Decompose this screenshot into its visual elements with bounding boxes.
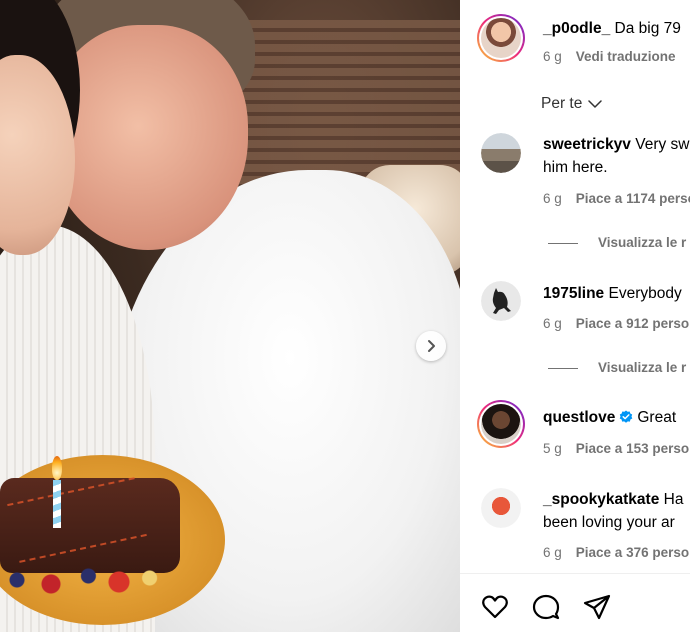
post-actions-bar (460, 573, 690, 632)
share-button[interactable] (582, 592, 612, 622)
commenter-username[interactable]: 1975line (543, 285, 604, 302)
verified-badge-icon (620, 410, 633, 423)
commenter-avatar[interactable] (481, 133, 521, 173)
man-face (48, 25, 248, 250)
comment-text-continued: been loving your ar (543, 514, 675, 531)
view-replies-button[interactable]: Visualizza le r (548, 360, 686, 375)
view-replies-label: Visualizza le r (598, 235, 687, 250)
caption-time: 6 g (543, 49, 562, 64)
comments-panel: _p0odle_ Da big 79 6 g Vedi traduzione Pe… (460, 0, 690, 632)
like-button[interactable] (480, 592, 510, 622)
comment-icon (532, 594, 560, 620)
commenter-username[interactable]: questlove (543, 409, 615, 426)
post-photo (0, 0, 460, 632)
cake-berries (0, 560, 170, 600)
comment-text: Very sw (635, 136, 690, 153)
comment-likes[interactable]: Piace a 376 perso (576, 545, 689, 560)
comment-text: Ha (663, 491, 684, 508)
comment-likes[interactable]: Piace a 153 perso (576, 441, 689, 456)
commenter-username[interactable]: sweetrickyv (543, 136, 631, 153)
comment-text: Great (637, 409, 677, 426)
comment-text-continued: him here. (543, 159, 608, 176)
commenter-avatar[interactable] (477, 400, 525, 448)
commenter-avatar[interactable] (481, 488, 521, 528)
comment-time: 6 g (543, 316, 562, 331)
comment-time: 5 g (543, 441, 562, 456)
chevron-right-icon (428, 340, 435, 352)
commenter-avatar[interactable] (481, 281, 521, 321)
comment-filter-dropdown[interactable]: Per te (541, 95, 603, 113)
candle-flame (52, 456, 62, 480)
view-replies-label: Visualizza le r (598, 360, 687, 375)
next-photo-button[interactable] (416, 331, 446, 361)
see-translation-link[interactable]: Vedi traduzione (576, 49, 676, 64)
view-replies-button[interactable]: Visualizza le r (548, 235, 686, 250)
candle (53, 480, 61, 528)
comment-button[interactable] (531, 592, 561, 622)
comment-time: 6 g (543, 191, 562, 206)
replies-divider (548, 242, 578, 244)
comment-time: 6 g (543, 545, 562, 560)
comment-likes[interactable]: Piace a 912 perso (576, 316, 689, 331)
chevron-down-icon (588, 100, 603, 108)
filter-label: Per te (541, 95, 583, 112)
commenter-username[interactable]: _spookykatkate (543, 491, 659, 508)
heart-icon (482, 595, 508, 619)
send-icon (583, 594, 611, 620)
comment-text: Everybody (608, 285, 682, 302)
author-username[interactable]: _p0odle_ (543, 20, 610, 37)
author-avatar[interactable] (477, 14, 525, 62)
replies-divider (548, 367, 578, 369)
cat-silhouette-icon (492, 288, 511, 314)
comment-likes[interactable]: Piace a 1174 perso (576, 191, 690, 206)
caption-text: Da big 79 (614, 20, 681, 37)
